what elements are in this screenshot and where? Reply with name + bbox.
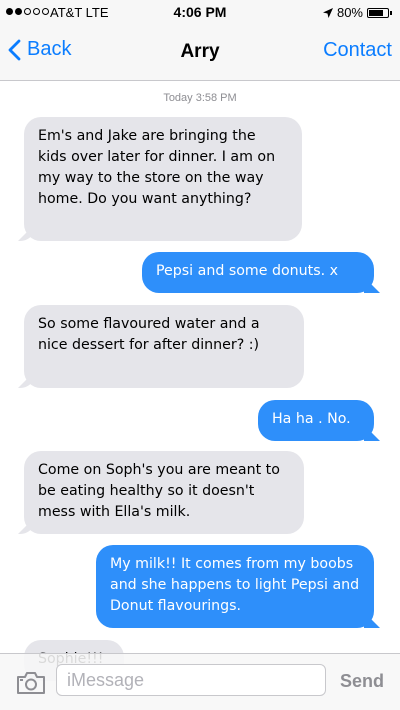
message-input-bar: Send xyxy=(0,653,400,710)
messages-screen: AT&T LTE 4:06 PM 80% Back Arry Contact T… xyxy=(0,0,400,710)
navigation-bar: Back Arry Contact xyxy=(0,26,400,81)
outgoing-message[interactable]: Pepsi and some donuts. x xyxy=(142,252,374,293)
incoming-message[interactable]: Em's and Jake are bringing the kids over… xyxy=(24,117,302,241)
battery-fill xyxy=(369,9,383,16)
status-bar: AT&T LTE 4:06 PM 80% xyxy=(0,0,400,26)
battery-cap xyxy=(390,10,392,15)
conversation-timestamp: Today 3:58 PM xyxy=(163,92,237,104)
outgoing-message[interactable]: Ha ha . No. xyxy=(258,400,374,441)
camera-icon[interactable] xyxy=(15,671,47,695)
send-button[interactable]: Send xyxy=(340,671,384,692)
contact-button[interactable]: Contact xyxy=(323,39,392,62)
incoming-message[interactable]: Come on Soph's you are meant to be eatin… xyxy=(24,451,304,534)
battery-icon xyxy=(367,7,389,18)
incoming-message[interactable]: So some flavoured water and a nice desse… xyxy=(24,305,304,388)
status-right: 80% xyxy=(322,5,392,20)
outgoing-message[interactable]: My milk!! It comes from my boobs and she… xyxy=(96,545,374,628)
location-arrow-icon xyxy=(322,7,333,18)
message-input[interactable] xyxy=(56,664,326,696)
battery-percent: 80% xyxy=(336,5,363,20)
